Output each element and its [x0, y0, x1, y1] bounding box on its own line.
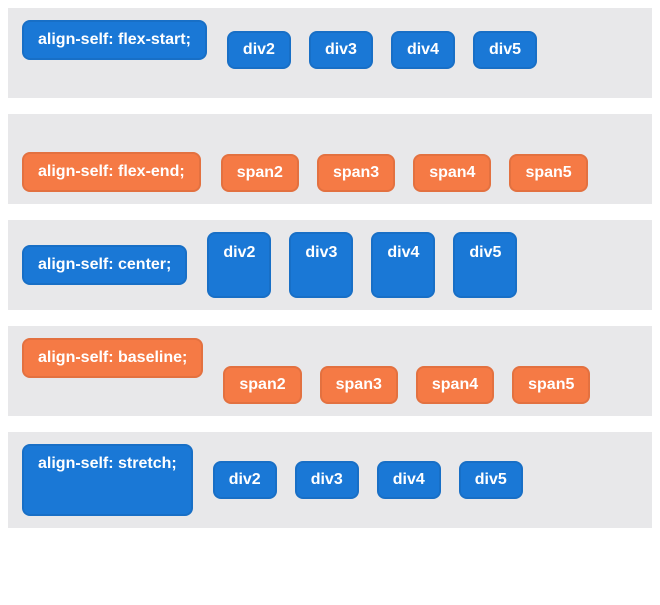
- child-item: span3: [317, 154, 395, 192]
- child-item: div2: [213, 461, 277, 499]
- example-row-stretch: align-self: stretch; div2 div3 div4 div5: [8, 432, 652, 528]
- child-item: span4: [416, 366, 494, 404]
- property-label: align-self: baseline;: [22, 338, 203, 378]
- example-row-flex-start: align-self: flex-start; div2 div3 div4 d…: [8, 8, 652, 98]
- children-group: span2 span3 span4 span5: [221, 154, 588, 192]
- child-item: span2: [223, 366, 301, 404]
- child-item: span3: [320, 366, 398, 404]
- child-item: div4: [371, 232, 435, 298]
- child-item: div2: [227, 31, 291, 69]
- children-group: div2 div3 div4 div5: [213, 444, 523, 516]
- property-label: align-self: stretch;: [22, 444, 193, 516]
- child-item: div3: [289, 232, 353, 298]
- property-label: align-self: flex-end;: [22, 152, 201, 192]
- children-group: div2 div3 div4 div5: [227, 20, 537, 80]
- property-label: align-self: center;: [22, 245, 187, 285]
- example-row-flex-end: align-self: flex-end; span2 span3 span4 …: [8, 114, 652, 204]
- child-item: div5: [453, 232, 517, 298]
- example-row-baseline: align-self: baseline; span2 span3 span4 …: [8, 326, 652, 416]
- child-item: div2: [207, 232, 271, 298]
- child-item: div4: [377, 461, 441, 499]
- child-item: span2: [221, 154, 299, 192]
- child-item: div5: [459, 461, 523, 499]
- child-item: div4: [391, 31, 455, 69]
- children-group: div2 div3 div4 div5: [207, 232, 517, 298]
- child-item: span5: [512, 366, 590, 404]
- example-row-center: align-self: center; div2 div3 div4 div5: [8, 220, 652, 310]
- child-item: span4: [413, 154, 491, 192]
- child-item: div3: [295, 461, 359, 499]
- child-item: div5: [473, 31, 537, 69]
- children-group: span2 span3 span4 span5: [223, 338, 590, 404]
- property-label: align-self: flex-start;: [22, 20, 207, 60]
- child-item: span5: [509, 154, 587, 192]
- child-item: div3: [309, 31, 373, 69]
